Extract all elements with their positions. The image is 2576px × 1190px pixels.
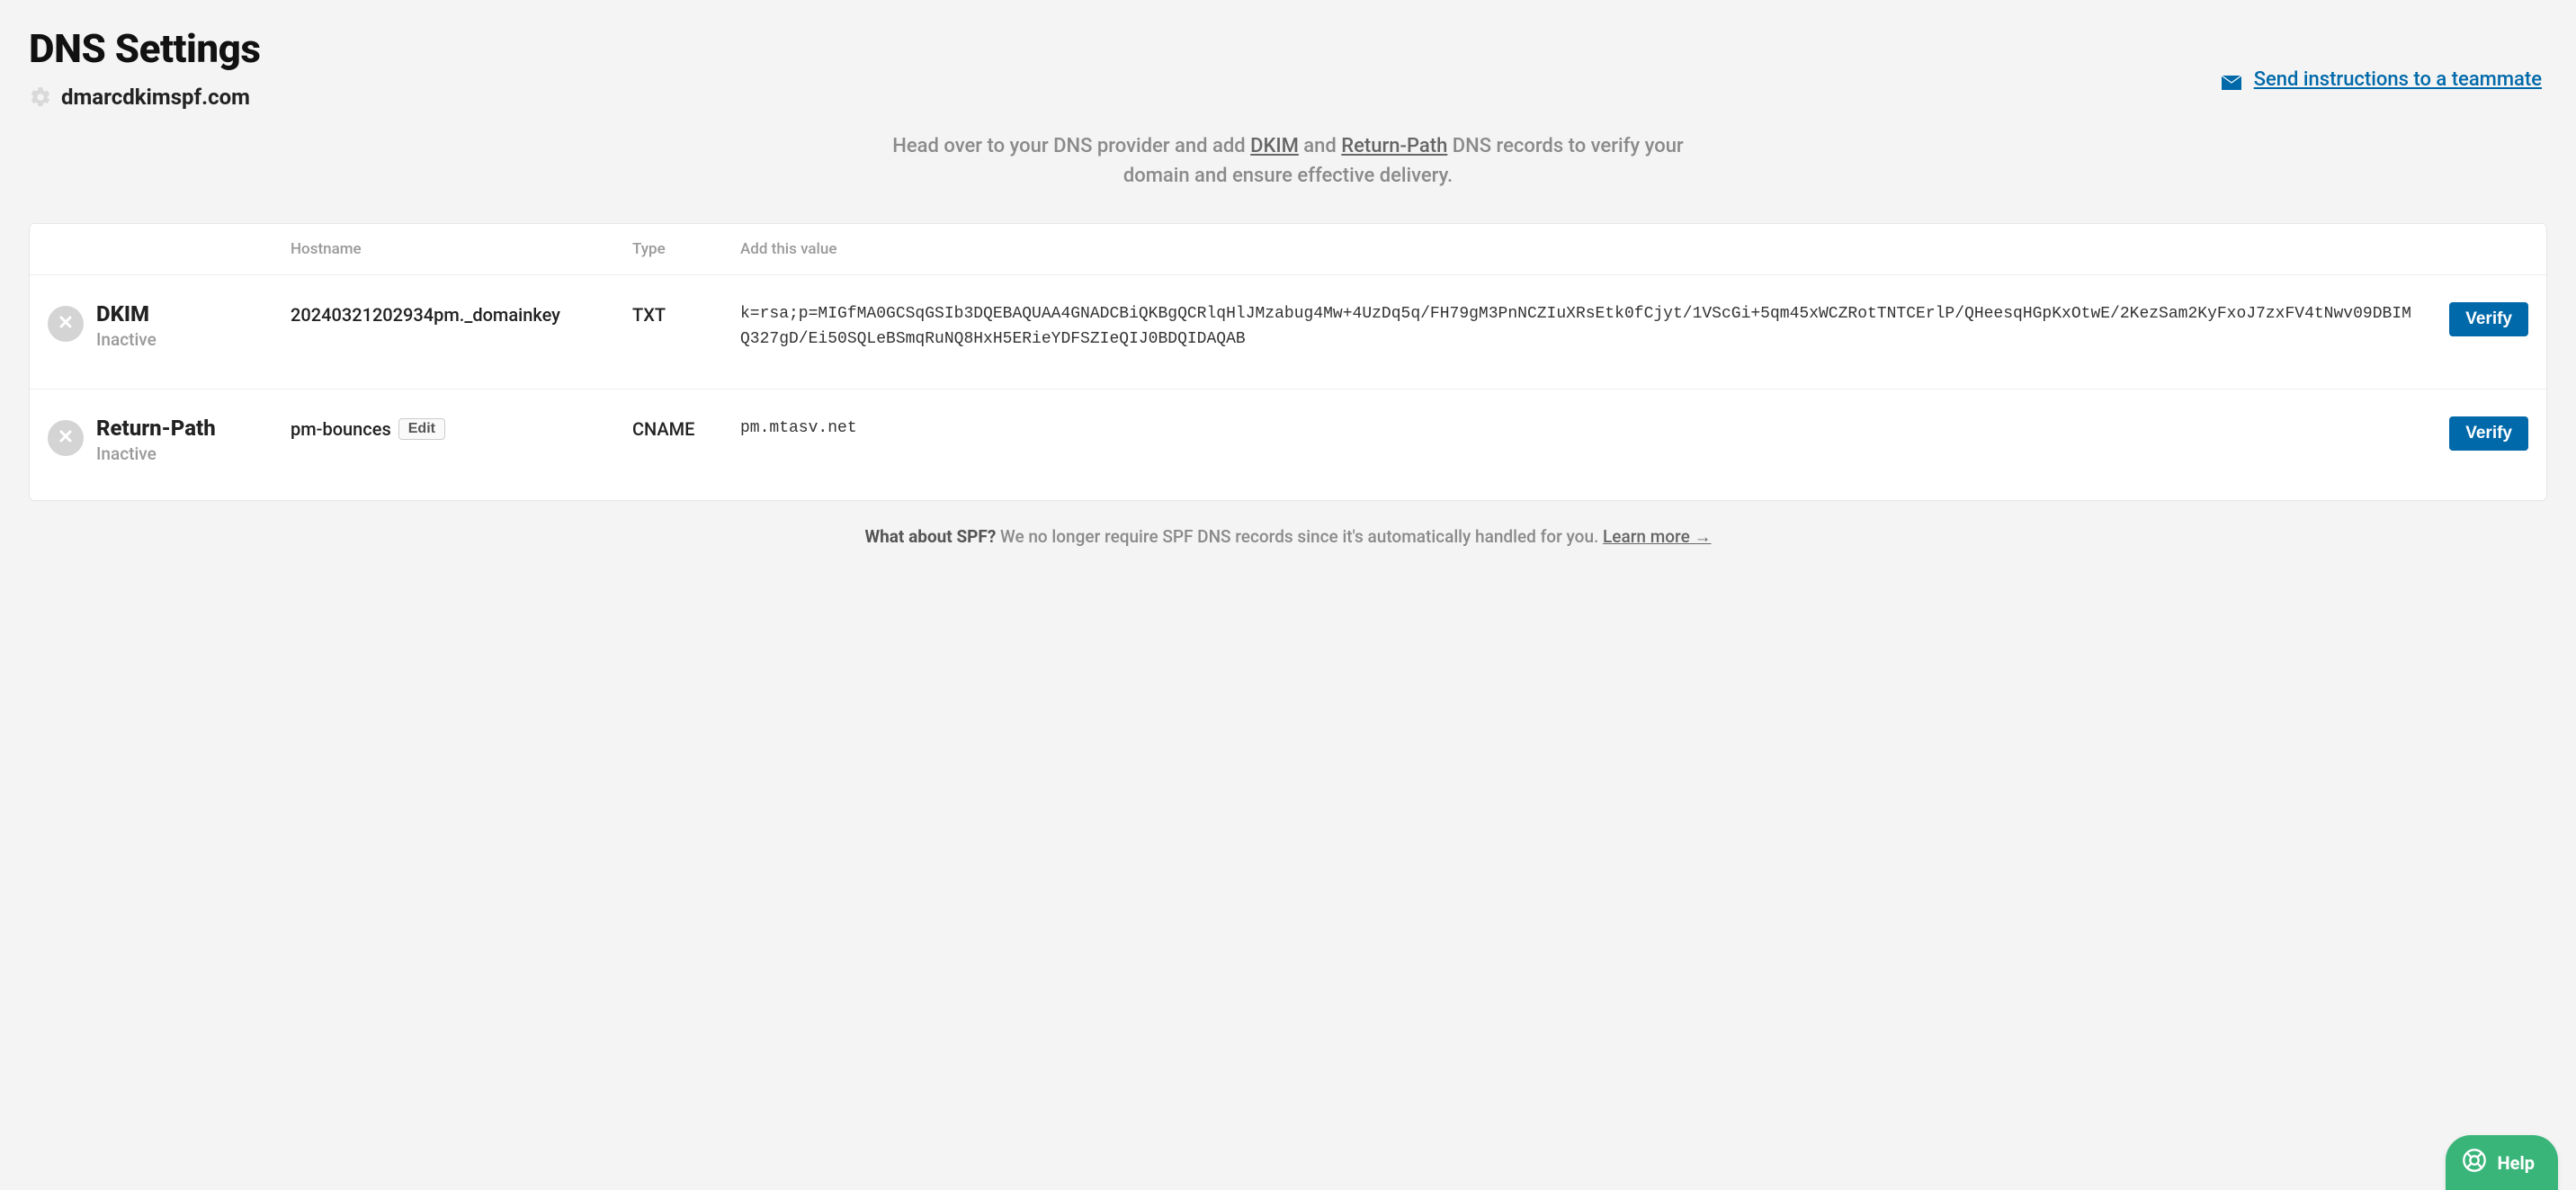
record-name: DKIM: [96, 302, 157, 326]
x-icon: [58, 315, 73, 333]
dkim-value: k=rsa;p=MIGfMA0GCSqGSIb3DQEBAQUAA4GNADCB…: [740, 302, 2420, 353]
table-row: DKIM Inactive 20240321202934pm._domainke…: [30, 275, 2546, 389]
col-type: Type: [632, 240, 740, 258]
domain-name: dmarcdkimspf.com: [61, 85, 250, 110]
help-label: Help: [2498, 1152, 2535, 1174]
table-row: Return-Path Inactive pm-bounces Edit CNA…: [30, 389, 2546, 500]
send-instructions-link[interactable]: Send instructions to a teammate: [2222, 68, 2542, 91]
lifebuoy-icon: [2462, 1148, 2498, 1177]
record-status: Inactive: [96, 443, 216, 464]
verify-button[interactable]: Verify: [2449, 416, 2528, 451]
status-badge-inactive: [48, 306, 84, 342]
record-status: Inactive: [96, 329, 157, 350]
record-name: Return-Path: [96, 416, 216, 440]
intro-text: Head over to your DNS provider and add D…: [883, 131, 1693, 191]
gear-icon: [29, 85, 52, 109]
help-button[interactable]: Help: [2446, 1135, 2558, 1190]
edit-button[interactable]: Edit: [398, 418, 445, 440]
envelope-icon: [2222, 73, 2241, 87]
col-hostname: Hostname: [291, 240, 632, 258]
intro-returnpath-link[interactable]: Return-Path: [1341, 135, 1447, 157]
spf-note: What about SPF? We no longer require SPF…: [0, 526, 2576, 548]
send-instructions-label: Send instructions to a teammate: [2254, 68, 2542, 91]
intro-dkim-link[interactable]: DKIM: [1250, 135, 1299, 157]
x-icon: [58, 429, 73, 447]
returnpath-type: CNAME: [632, 416, 740, 442]
spf-learn-more-link[interactable]: Learn more →: [1603, 526, 1711, 547]
dkim-hostname: 20240321202934pm._domainkey: [291, 302, 632, 327]
col-value: Add this value: [740, 240, 2420, 258]
returnpath-value: pm.mtasv.net: [740, 416, 2420, 442]
returnpath-hostname: pm-bounces: [291, 416, 391, 442]
status-badge-inactive: [48, 420, 84, 456]
page-title: DNS Settings: [29, 25, 260, 72]
dkim-type: TXT: [632, 302, 740, 327]
dns-records-table: Hostname Type Add this value DKIM Inacti…: [29, 223, 2547, 501]
verify-button[interactable]: Verify: [2449, 302, 2528, 336]
